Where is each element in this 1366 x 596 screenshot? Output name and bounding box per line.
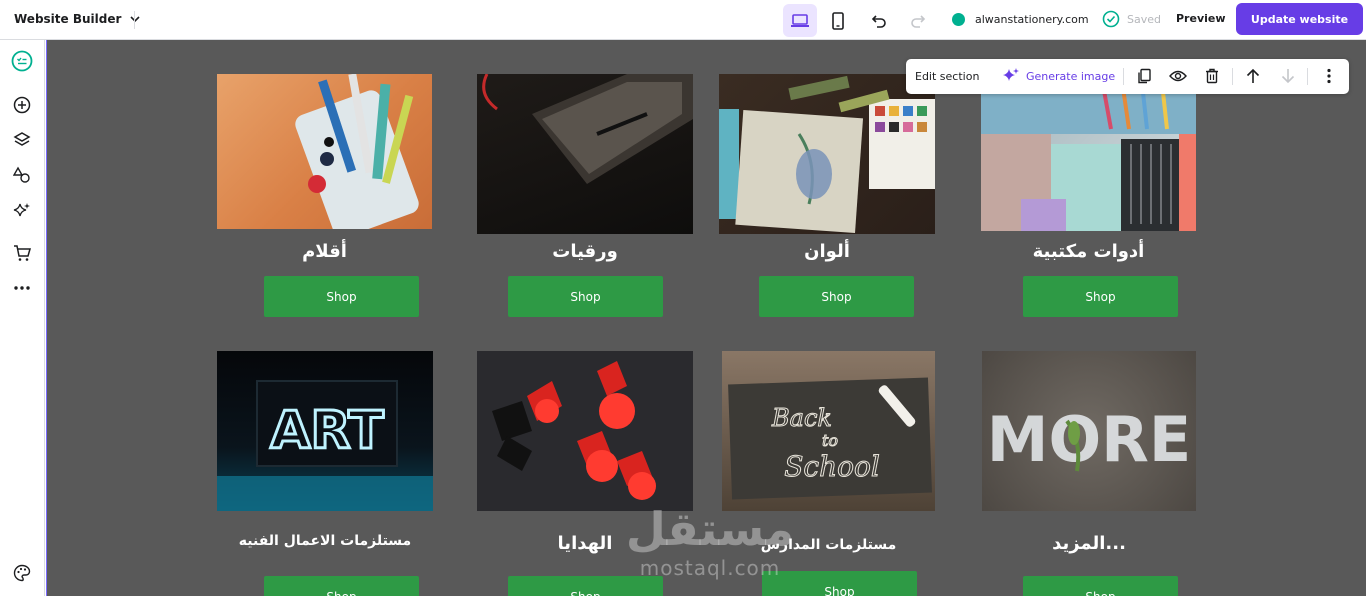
product-title: أقلام xyxy=(302,241,347,262)
left-sidebar xyxy=(0,40,45,596)
domain-link[interactable]: alwanstationery.com xyxy=(975,13,1089,26)
shop-button[interactable]: Shop xyxy=(1023,576,1178,596)
checklist-icon xyxy=(11,50,33,72)
delete-button[interactable] xyxy=(1203,67,1221,85)
shop-button[interactable]: Shop xyxy=(264,276,419,317)
generate-image-label: Generate image xyxy=(1026,69,1116,83)
top-bar: Website Builder alwanstationery.com Save… xyxy=(0,0,1366,40)
styles-button[interactable] xyxy=(11,164,33,186)
preview-button[interactable]: Preview xyxy=(1176,12,1226,25)
divider xyxy=(134,11,135,29)
product-title: أدوات مكتبية xyxy=(1032,241,1145,262)
pens-image[interactable] xyxy=(217,74,432,229)
redo-icon xyxy=(911,14,926,28)
product-title: المزيد... xyxy=(1052,533,1126,554)
move-up-button[interactable] xyxy=(1244,67,1262,85)
office-supplies-illustration xyxy=(981,74,1196,231)
svg-text:to: to xyxy=(822,431,838,450)
desktop-view-button[interactable] xyxy=(783,4,817,37)
undo-button[interactable] xyxy=(862,4,896,37)
eye-icon xyxy=(1169,70,1187,82)
editor-canvas[interactable]: أقلام ورقيات ألوان أدوات مكتبية Shop Sho… xyxy=(46,40,1366,596)
layers-button[interactable] xyxy=(11,129,33,151)
neon-sign-illustration: ART xyxy=(217,380,433,511)
more-button[interactable] xyxy=(11,277,33,299)
watermark-latin: mostaql.com xyxy=(639,556,781,580)
mobile-view-button[interactable] xyxy=(821,4,855,37)
domain-status-dot xyxy=(952,13,965,26)
more-letters-illustration: MORE xyxy=(987,403,1192,476)
shop-button[interactable]: Shop xyxy=(1023,276,1178,317)
more-vertical-icon xyxy=(1327,68,1331,84)
art-neon-image[interactable]: ART xyxy=(217,351,433,511)
check-circle-icon xyxy=(1102,10,1120,28)
duplicate-button[interactable] xyxy=(1135,67,1153,85)
divider xyxy=(1232,68,1233,85)
layers-icon xyxy=(13,132,31,146)
back-to-school-image[interactable]: Back to School xyxy=(722,351,935,511)
chevron-down-icon xyxy=(130,16,140,23)
divider xyxy=(1307,68,1308,85)
cart-icon xyxy=(14,245,31,261)
update-website-button[interactable]: Update website xyxy=(1236,3,1363,35)
edit-section-button[interactable]: Edit section xyxy=(915,70,979,83)
office-tools-image[interactable] xyxy=(981,74,1196,231)
divider xyxy=(1123,68,1124,85)
chalkboard-illustration: Back to School xyxy=(728,377,932,500)
plus-circle-icon xyxy=(13,96,31,114)
pens-illustration xyxy=(295,74,419,229)
saved-status: Saved xyxy=(1127,13,1161,26)
sparkle-icon xyxy=(1003,68,1019,81)
svg-text:MORE: MORE xyxy=(987,403,1192,476)
shop-button[interactable]: Shop xyxy=(759,276,914,317)
visibility-button[interactable] xyxy=(1169,67,1187,85)
product-title: ألوان xyxy=(804,241,850,262)
arrow-up-icon xyxy=(1246,68,1260,83)
ai-tools-button[interactable] xyxy=(11,200,33,222)
notebook-illustration xyxy=(482,74,693,184)
shop-button[interactable]: Shop xyxy=(508,276,663,317)
product-title: مستلزمات الاعمال الفنيه xyxy=(238,533,412,549)
trash-icon xyxy=(1206,68,1218,84)
shapes-icon xyxy=(13,166,30,183)
website-builder-menu[interactable]: Website Builder xyxy=(14,12,141,26)
checklist-button[interactable] xyxy=(11,50,33,72)
copy-icon xyxy=(1138,68,1151,84)
watercolor-illustration xyxy=(719,75,935,234)
svg-text:Back: Back xyxy=(771,404,832,432)
svg-text:School: School xyxy=(784,450,880,483)
redo-button[interactable] xyxy=(901,4,935,37)
watermark-arabic: مستقل xyxy=(625,502,795,556)
store-button[interactable] xyxy=(11,242,33,264)
mobile-icon xyxy=(832,11,844,30)
paper-notebook-image[interactable] xyxy=(477,74,693,234)
section-toolbar: Edit section Generate image xyxy=(906,59,1349,94)
gift-bows-illustration xyxy=(492,361,656,500)
laptop-icon xyxy=(791,13,809,27)
sparkle-icon xyxy=(13,203,30,217)
watermark: مستقل mostaql.com xyxy=(600,502,820,596)
more-options-button[interactable] xyxy=(1320,67,1338,85)
product-title: ورقيات xyxy=(552,241,618,262)
svg-text:ART: ART xyxy=(270,401,384,461)
gifts-image[interactable] xyxy=(477,351,693,511)
undo-icon xyxy=(871,14,886,28)
more-horizontal-icon xyxy=(14,286,30,290)
colors-watercolor-image[interactable] xyxy=(719,74,935,234)
palette-icon xyxy=(13,564,31,582)
brand-label: Website Builder xyxy=(14,12,122,26)
shop-button[interactable]: Shop xyxy=(264,576,419,596)
palette-button[interactable] xyxy=(11,562,33,584)
generate-image-button[interactable]: Generate image xyxy=(1002,67,1115,85)
add-element-button[interactable] xyxy=(11,94,33,116)
move-down-button[interactable] xyxy=(1279,67,1297,85)
arrow-down-icon xyxy=(1281,69,1295,84)
more-image[interactable]: MORE xyxy=(982,351,1196,511)
